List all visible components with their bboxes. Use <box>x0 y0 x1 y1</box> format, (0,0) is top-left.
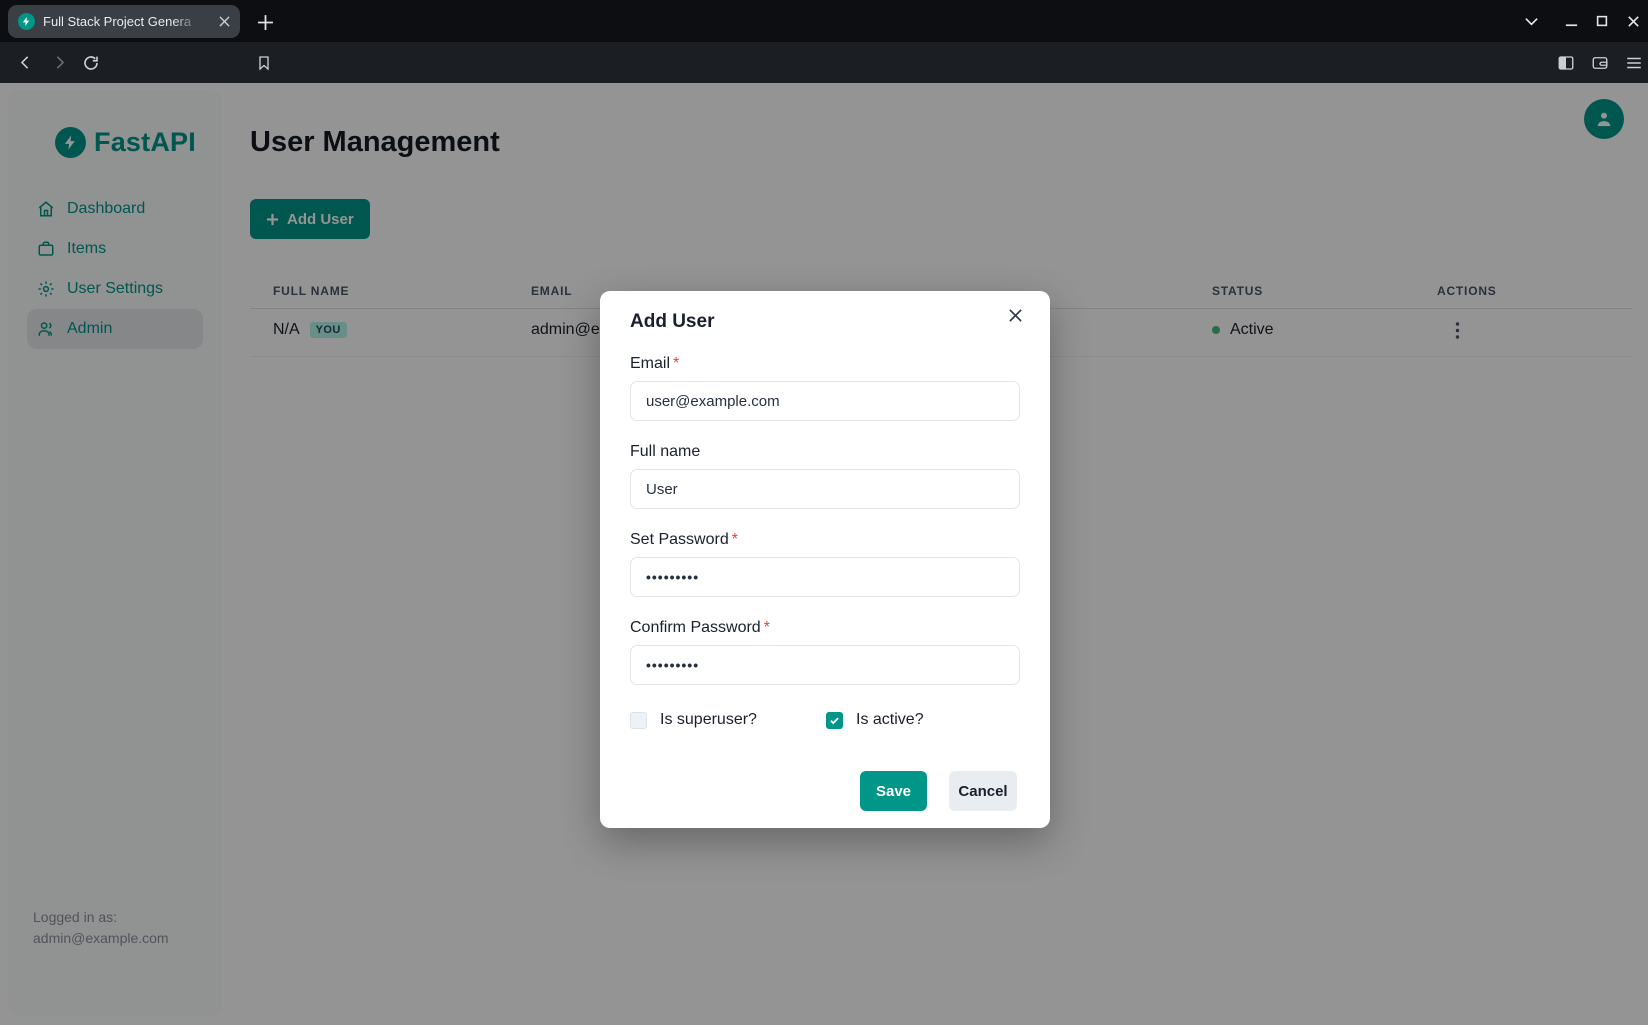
wallet-icon[interactable] <box>1583 42 1617 83</box>
modal-title: Add User <box>630 311 714 333</box>
set-password-input[interactable] <box>630 557 1020 597</box>
confirm-password-field-group: Confirm Password* <box>630 619 1020 685</box>
full-name-field-group: Full name* <box>630 443 1020 509</box>
close-window-icon[interactable] <box>1626 0 1641 42</box>
required-marker: * <box>764 619 770 636</box>
back-icon[interactable] <box>8 42 42 83</box>
sidebar-toggle-icon[interactable] <box>1549 42 1583 83</box>
required-marker: * <box>732 531 738 548</box>
minimize-window-icon[interactable] <box>1564 0 1579 42</box>
bookmark-icon[interactable] <box>247 42 281 83</box>
add-user-modal: Add User Email* Full name* Set Password*… <box>600 291 1050 828</box>
is-active-label: Is active? <box>856 711 924 729</box>
is-superuser-label: Is superuser? <box>660 711 757 729</box>
new-tab-button[interactable] <box>252 9 278 35</box>
confirm-password-input[interactable] <box>630 645 1020 685</box>
close-tab-icon[interactable] <box>219 16 230 27</box>
menu-icon[interactable] <box>1617 42 1648 83</box>
browser-tab[interactable]: Full Stack Project Genera <box>8 5 240 38</box>
is-superuser-checkbox[interactable]: Is superuser? <box>630 711 757 729</box>
checkbox-row: Is superuser? Is active? <box>630 711 1020 731</box>
save-button[interactable]: Save <box>860 771 927 811</box>
required-marker: * <box>673 355 679 372</box>
email-input[interactable] <box>630 381 1020 421</box>
full-name-label: Full name <box>630 443 700 460</box>
confirm-password-label: Confirm Password <box>630 619 761 636</box>
checkbox-icon <box>630 712 647 729</box>
tab-search-icon[interactable] <box>1524 0 1539 42</box>
set-password-field-group: Set Password* <box>630 531 1020 597</box>
is-active-checkbox[interactable]: Is active? <box>826 711 924 729</box>
set-password-label: Set Password <box>630 531 729 548</box>
fastapi-favicon-icon <box>18 13 35 30</box>
tab-title: Full Stack Project Genera <box>43 14 201 29</box>
full-name-input[interactable] <box>630 469 1020 509</box>
forward-icon[interactable] <box>42 42 76 83</box>
tab-bar: Full Stack Project Genera <box>0 0 1648 42</box>
browser-window: Full Stack Project Genera <box>0 0 1648 1025</box>
checkbox-icon <box>826 712 843 729</box>
maximize-window-icon[interactable] <box>1595 0 1609 42</box>
reload-icon[interactable] <box>74 42 108 83</box>
browser-toolbar: localhost/admin 1 <box>0 42 1648 83</box>
email-field-group: Email* <box>630 355 1020 421</box>
cancel-button[interactable]: Cancel <box>949 771 1017 811</box>
email-label: Email <box>630 355 670 372</box>
close-modal-icon[interactable] <box>1002 302 1028 328</box>
